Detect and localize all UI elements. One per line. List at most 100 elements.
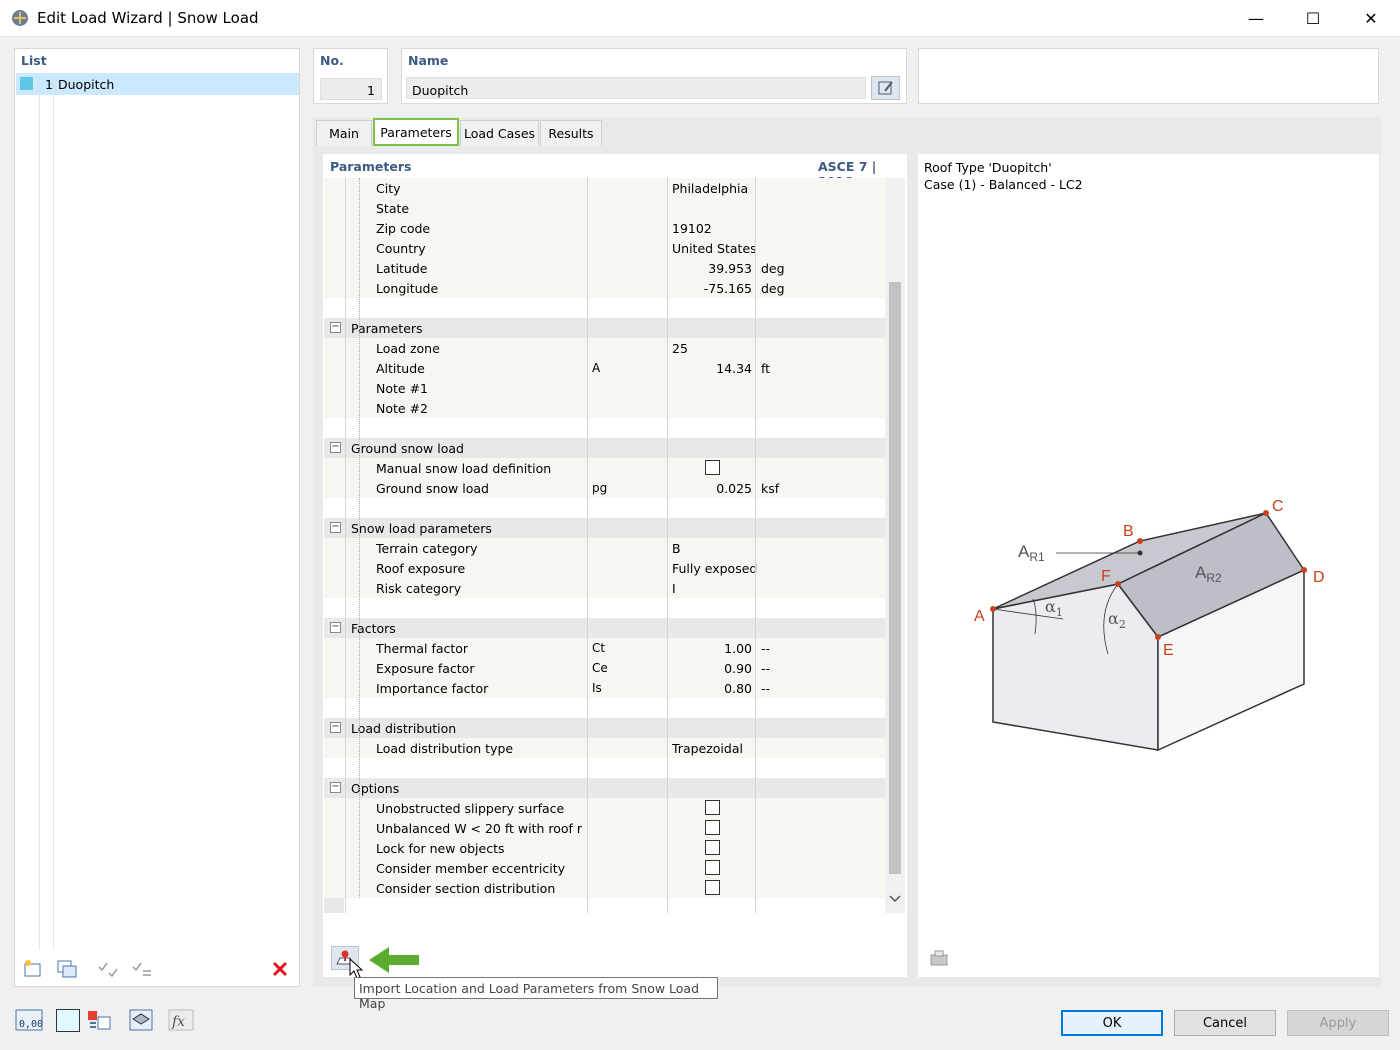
state-row[interactable]: State (324, 198, 885, 218)
tab-main[interactable]: Main (316, 120, 372, 146)
svg-text:fx: fx (171, 1014, 185, 1030)
copy-icon[interactable] (54, 957, 80, 981)
note1-row[interactable]: Note #1 (324, 378, 885, 398)
list-panel: List 1 Duopitch (14, 48, 300, 987)
ground-snow-row[interactable]: Ground snow load pg 0.025 ksf (324, 478, 885, 498)
new-icon[interactable] (20, 957, 46, 981)
label-c: C (1272, 498, 1284, 515)
group-snow-load-parameters[interactable]: − Snow load parameters (324, 518, 885, 538)
list-item-color (20, 77, 33, 90)
risk-row[interactable]: Risk category I (324, 578, 885, 598)
scrollbar[interactable] (885, 178, 905, 913)
maximize-button[interactable]: ☐ (1285, 0, 1341, 36)
roof-type-label: Roof Type 'Duopitch' (924, 160, 1052, 175)
check-icon[interactable] (96, 957, 122, 981)
number-panel: No. 1 (313, 48, 388, 104)
title-bar: Edit Load Wizard | Snow Load — ☐ ✕ (0, 0, 1400, 37)
close-window-button[interactable]: ✕ (1343, 0, 1399, 36)
tab-load-cases[interactable]: Load Cases (460, 120, 539, 146)
formula-icon[interactable]: fx (168, 1008, 194, 1032)
tooltip: Import Location and Load Parameters from… (354, 977, 718, 1011)
option-unbalanced-checkbox[interactable] (705, 820, 720, 835)
delete-icon[interactable] (267, 957, 293, 981)
altitude-row[interactable]: Altitude A 14.34 ft (324, 358, 885, 378)
list-header: List (21, 53, 47, 68)
roof-diagram: A B C D E F AR1 AR2 α1 α2 (974, 498, 1325, 752)
exposure-row[interactable]: Roof exposure Fully exposed (324, 558, 885, 578)
city-row[interactable]: City Philadelphia (324, 178, 885, 198)
color-button[interactable] (56, 1009, 80, 1032)
arrow-annotation (369, 947, 419, 973)
load-zone-row[interactable]: Load zone 25 (324, 338, 885, 358)
window-title: Edit Load Wizard | Snow Load (37, 9, 259, 27)
option-slippery-checkbox[interactable] (705, 800, 720, 815)
case-label: Case (1) - Balanced - LC2 (924, 177, 1083, 192)
option-slippery-row[interactable]: Unobstructed slippery surface (324, 798, 885, 818)
zip-row[interactable]: Zip code 19102 (324, 218, 885, 238)
collapse-icon[interactable]: − (330, 722, 341, 733)
scrollbar-thumb[interactable] (889, 282, 901, 874)
chevron-down-icon[interactable] (889, 894, 901, 904)
ok-button[interactable]: OK (1061, 1010, 1163, 1036)
option-section-row[interactable]: Consider section distribution (324, 878, 885, 898)
collapse-icon[interactable]: − (330, 322, 341, 333)
parameters-grid: City Philadelphia State Zip code 19102 Cou… (324, 178, 885, 913)
group-load-distribution[interactable]: − Load distribution (324, 718, 885, 738)
longitude-row[interactable]: Longitude -75.165 deg (324, 278, 885, 298)
country-row[interactable]: Country United States (324, 238, 885, 258)
option-section-checkbox[interactable] (705, 880, 720, 895)
minimize-button[interactable]: — (1228, 0, 1284, 36)
edit-icon (878, 81, 893, 95)
option-unbalanced-row[interactable]: Unbalanced W < 20 ft with roof r... (324, 818, 885, 838)
group-parameters[interactable]: − Parameters (324, 318, 885, 338)
display-settings-icon[interactable] (86, 1008, 112, 1032)
name-panel: Name Duopitch (401, 48, 907, 104)
parameters-header: Parameters (330, 159, 412, 174)
terrain-row[interactable]: Terrain category B (324, 538, 885, 558)
collapse-icon[interactable]: − (330, 522, 341, 533)
exposure-factor-row[interactable]: Exposure factor Ce 0.90 -- (324, 658, 885, 678)
comment-panel (918, 48, 1379, 104)
latitude-row[interactable]: Latitude 39.953 deg (324, 258, 885, 278)
preview-panel: Roof Type 'Duopitch' Case (1) - Balanced… (918, 154, 1379, 977)
name-label: Name (408, 53, 449, 68)
group-ground-snow-load[interactable]: − Ground snow load (324, 438, 885, 458)
label-e: E (1163, 642, 1174, 659)
number-field[interactable]: 1 (320, 78, 382, 100)
option-lock-row[interactable]: Lock for new objects (324, 838, 885, 858)
parameters-panel: Parameters ASCE 7 | 2016 CityPhiladelphi… (323, 154, 907, 979)
name-field[interactable]: Duopitch (406, 77, 866, 99)
option-lock-checkbox[interactable] (705, 840, 720, 855)
option-eccentricity-row[interactable]: Consider member eccentricity (324, 858, 885, 878)
collapse-icon[interactable]: − (330, 782, 341, 793)
collapse-icon[interactable]: − (330, 622, 341, 633)
list-item-duopitch[interactable]: 1 Duopitch (16, 73, 299, 95)
units-label: 0,00 (19, 1019, 43, 1030)
cancel-button[interactable]: Cancel (1174, 1010, 1276, 1036)
group-options[interactable]: − Options (324, 778, 885, 798)
preview-options-button[interactable] (926, 947, 954, 971)
label-b: B (1123, 523, 1134, 540)
manual-snow-checkbox[interactable] (705, 460, 720, 475)
importance-row[interactable]: Importance factor Is 0.80 -- (324, 678, 885, 698)
print-icon (930, 950, 948, 966)
distribution-row[interactable]: Load distribution type Trapezoidal (324, 738, 885, 758)
note2-row[interactable]: Note #2 (324, 398, 885, 418)
label-ar1: AR1 (1018, 542, 1045, 564)
group-factors[interactable]: − Factors (324, 618, 885, 638)
number-label: No. (320, 53, 344, 68)
option-eccentricity-checkbox[interactable] (705, 860, 720, 875)
view-icon[interactable] (128, 1008, 154, 1032)
thermal-row[interactable]: Thermal factor Ct 1.00 -- (324, 638, 885, 658)
collapse-icon[interactable]: − (330, 442, 341, 453)
label-d: D (1313, 569, 1325, 586)
label-f: F (1101, 568, 1111, 585)
tab-results[interactable]: Results (540, 120, 602, 146)
manual-snow-row[interactable]: Manual snow load definition (324, 458, 885, 478)
uncheck-icon[interactable] (130, 957, 156, 981)
edit-name-button[interactable] (871, 76, 900, 100)
app-icon (12, 10, 28, 26)
tab-parameters[interactable]: Parameters (373, 118, 459, 146)
units-button[interactable]: 0,00 (14, 1008, 44, 1032)
apply-button[interactable]: Apply (1287, 1010, 1389, 1036)
